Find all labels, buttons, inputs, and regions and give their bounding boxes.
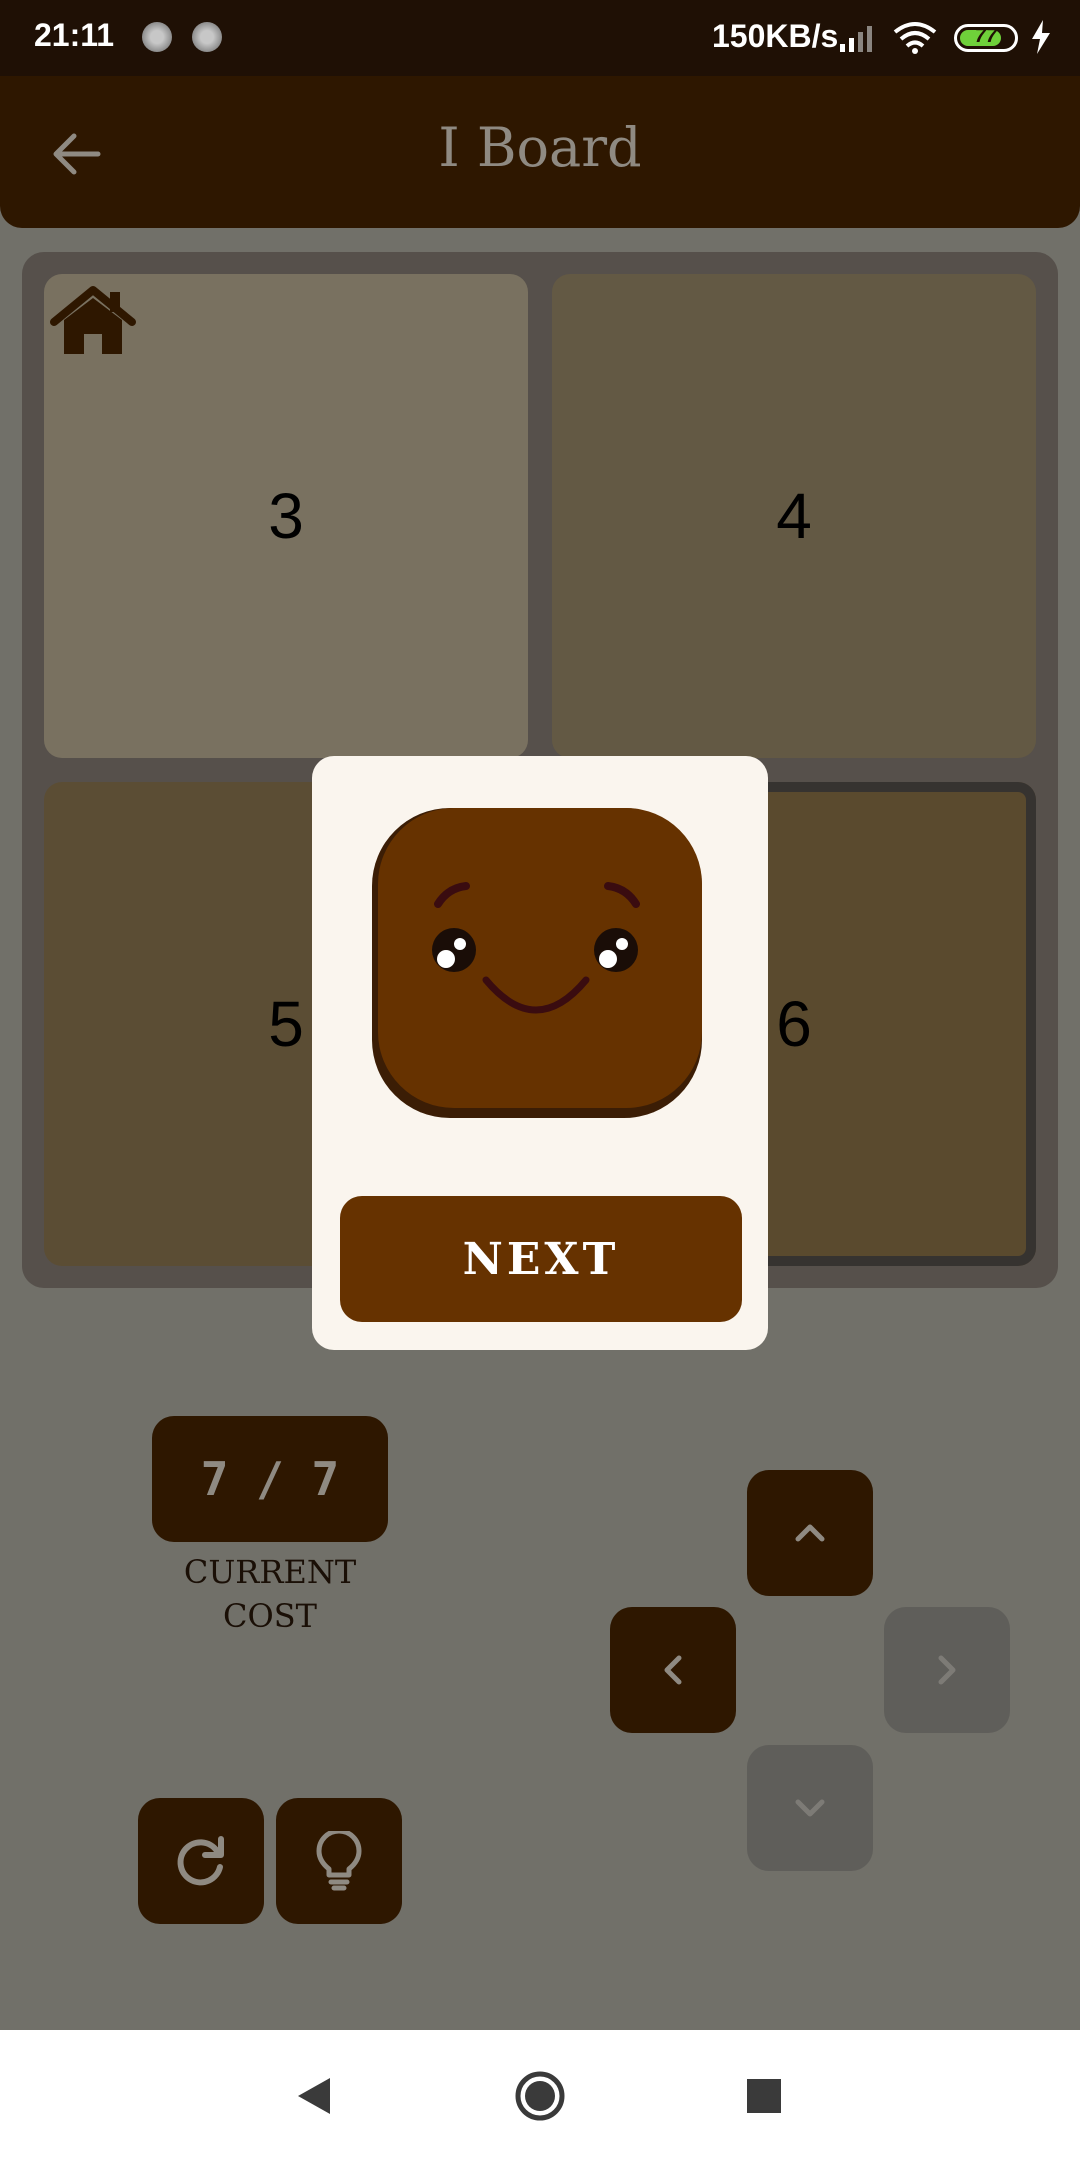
chevron-left-icon	[664, 1655, 682, 1685]
battery-level: 77	[974, 25, 998, 47]
wifi-icon	[893, 22, 937, 54]
move-left-button[interactable]	[610, 1607, 736, 1733]
page-title: I Board	[438, 116, 642, 179]
cell-number: 5	[268, 988, 304, 1060]
success-dialog: NEXT	[312, 756, 768, 1350]
chevron-down-icon	[795, 1799, 825, 1817]
network-speed: 150KB/s	[712, 18, 839, 54]
reset-button[interactable]	[138, 1798, 264, 1924]
move-down-button[interactable]	[747, 1745, 873, 1871]
board-cell-3[interactable]: 3	[44, 274, 528, 758]
home-icon	[50, 286, 136, 354]
app-bar: I Board	[0, 76, 1080, 228]
signal-icon	[840, 26, 872, 52]
next-button[interactable]: NEXT	[340, 1196, 742, 1322]
cell-number: 6	[776, 988, 812, 1060]
move-up-button[interactable]	[747, 1470, 873, 1596]
system-nav-bar	[0, 2030, 1080, 2160]
chevron-up-icon	[795, 1524, 825, 1542]
board-cell-4[interactable]: 4	[552, 274, 1036, 758]
nav-recents-icon[interactable]	[734, 2066, 794, 2126]
notification-dot-icon	[192, 22, 222, 52]
cell-number: 3	[268, 480, 304, 552]
status-bar: 21:11 150KB/s 77	[0, 0, 1080, 76]
notification-dot-icon	[142, 22, 172, 52]
battery-icon: 77	[954, 24, 1018, 52]
chevron-right-icon	[938, 1655, 956, 1685]
charging-bolt-icon	[1032, 20, 1050, 54]
cost-label: CURRENT COST	[183, 1553, 357, 1635]
nav-home-icon[interactable]	[510, 2066, 570, 2126]
nav-back-icon[interactable]	[284, 2066, 344, 2126]
character-face-icon	[372, 808, 702, 1118]
cost-counter: 7 / 7	[152, 1416, 388, 1542]
move-right-button[interactable]	[884, 1607, 1010, 1733]
hint-button[interactable]	[276, 1798, 402, 1924]
refresh-icon	[177, 1836, 224, 1886]
lightbulb-icon	[316, 1831, 362, 1891]
cell-number: 4	[776, 480, 812, 552]
status-time: 21:11	[34, 17, 115, 53]
